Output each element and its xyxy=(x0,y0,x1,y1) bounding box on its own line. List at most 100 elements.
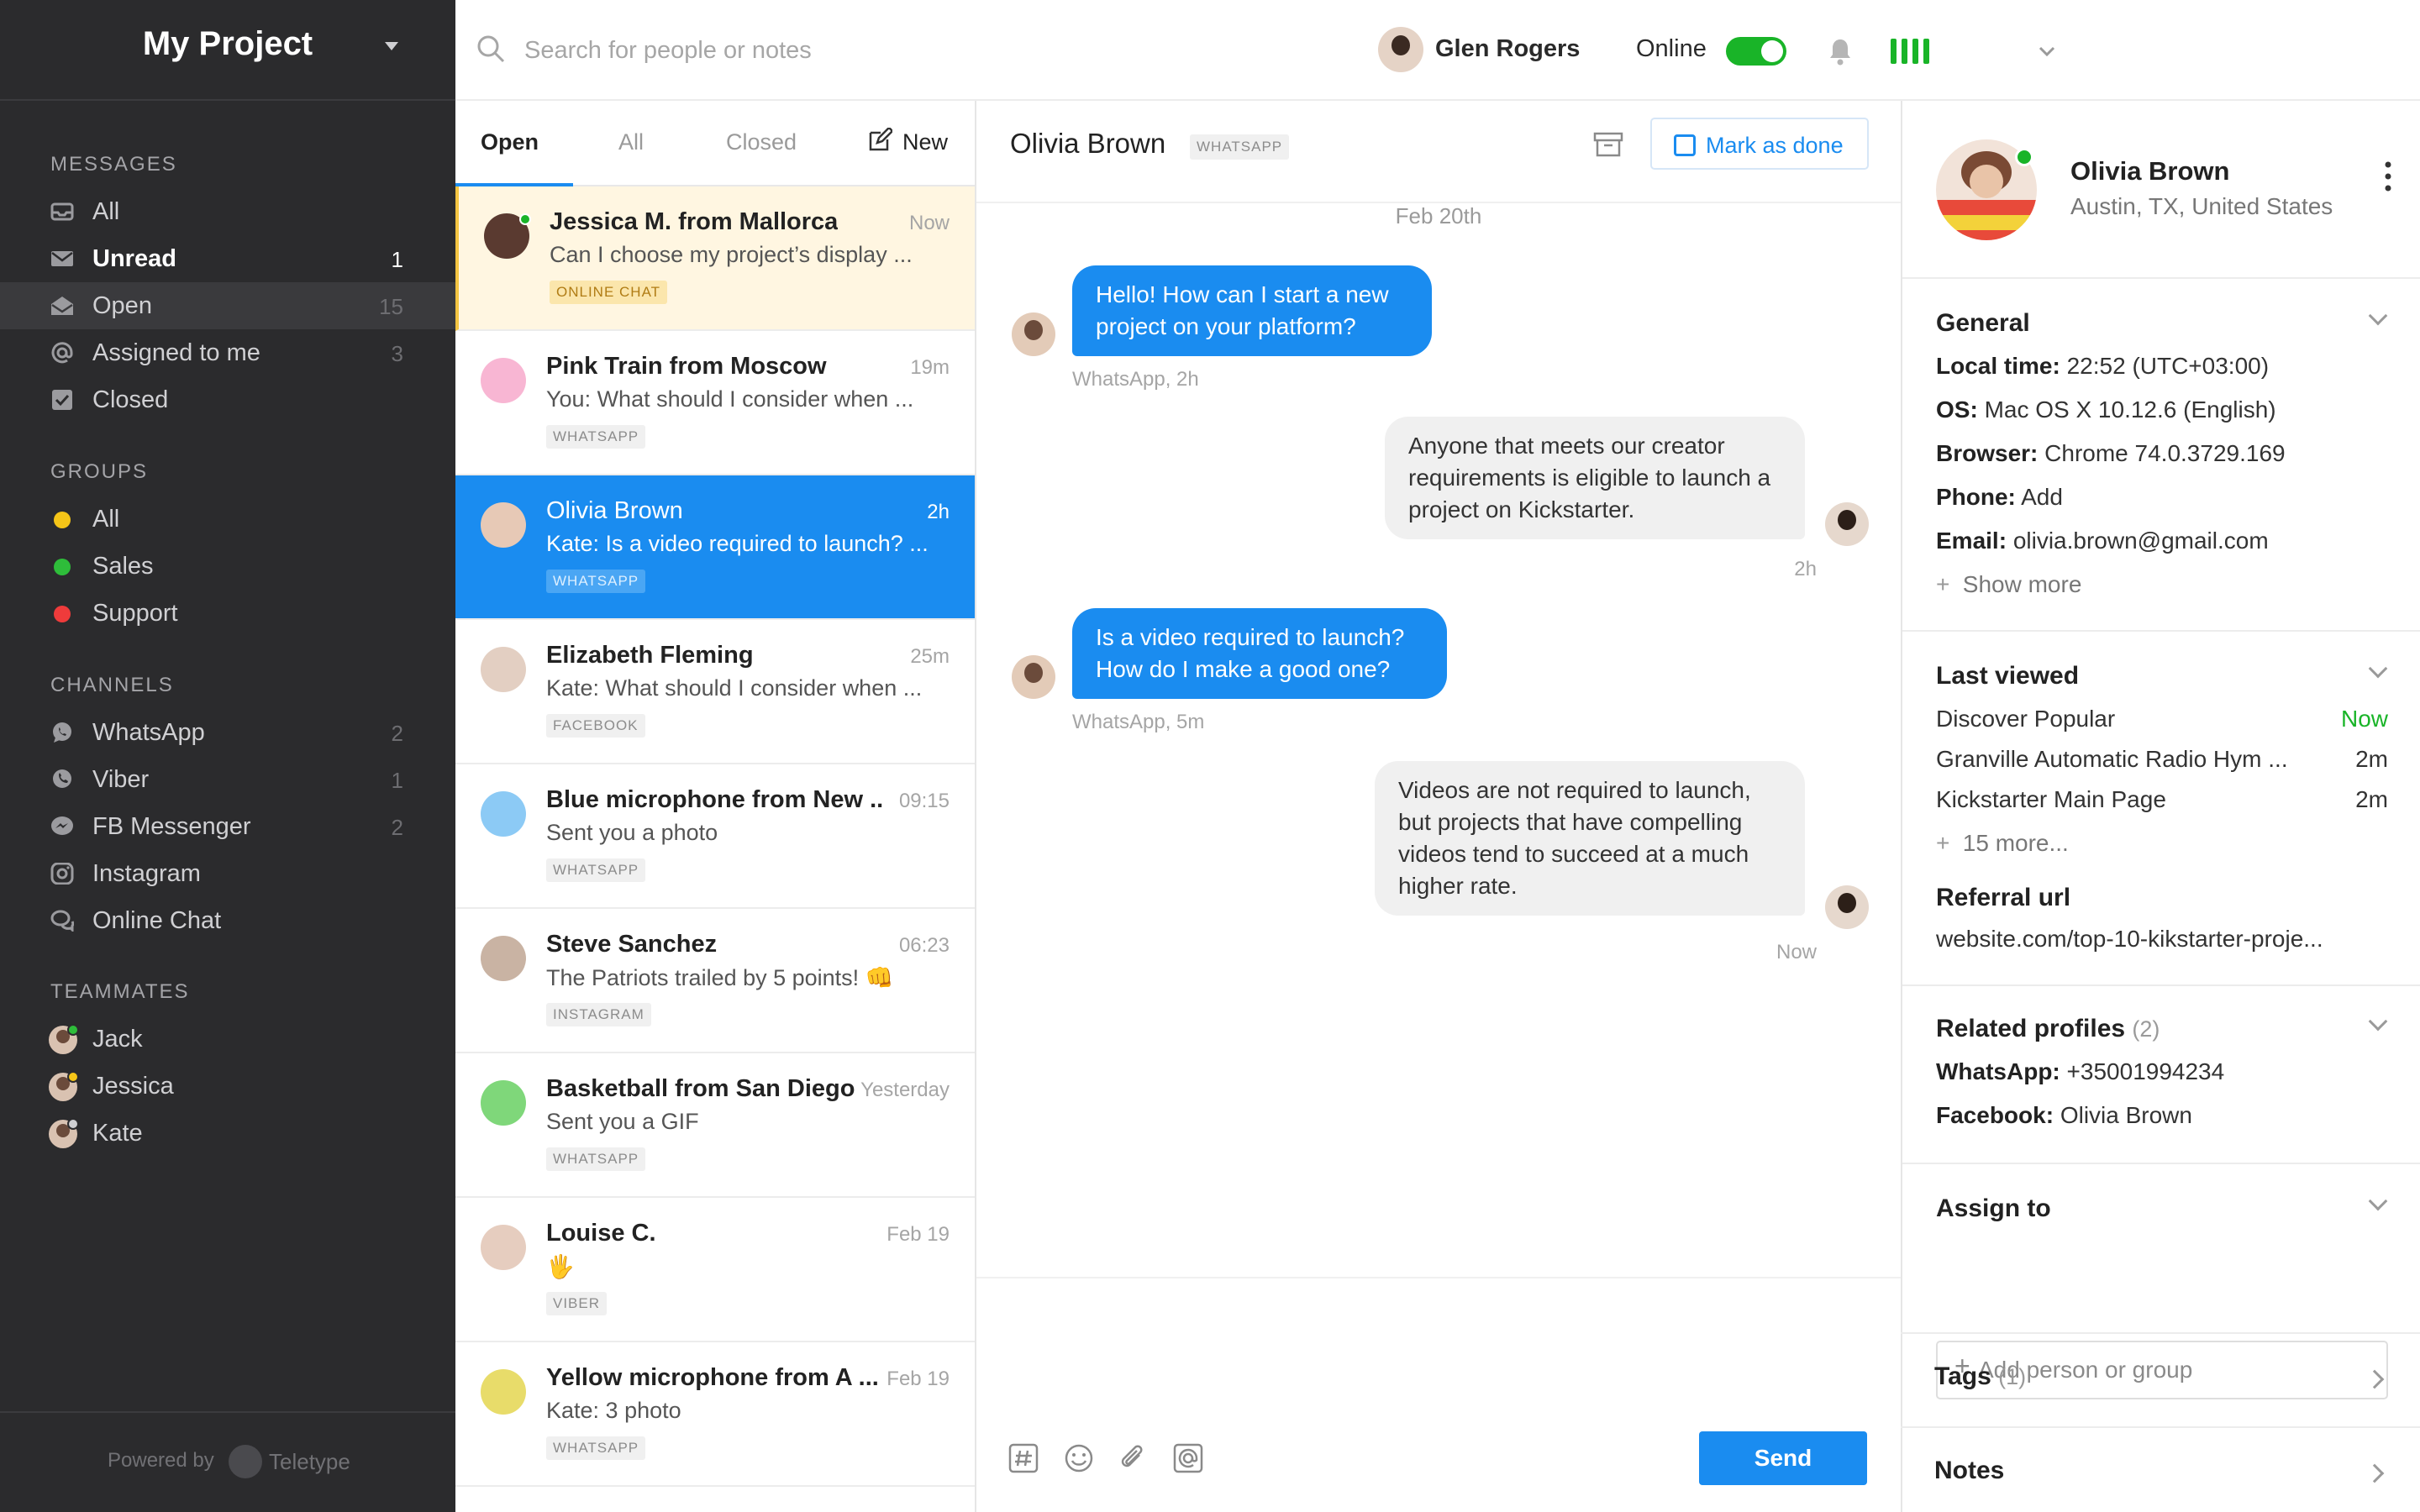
sidebar-item-teammate-jessica[interactable]: Jessica xyxy=(0,1063,455,1110)
channel-badge: WHATSAPP xyxy=(1190,134,1290,160)
chevron-down-icon[interactable] xyxy=(2039,45,2055,57)
sidebar-item-teammate-kate[interactable]: Kate xyxy=(0,1110,455,1157)
paperclip-icon[interactable] xyxy=(1118,1443,1148,1473)
caret-down-icon[interactable] xyxy=(385,42,398,50)
conversation-item-conv-jessica[interactable]: Jessica M. from Mallorca Now Can I choose … xyxy=(455,186,975,331)
conversation-time: Yesterday xyxy=(860,1079,950,1101)
status-dot-icon xyxy=(67,1024,79,1036)
more-pages-link[interactable]: + 15 more... xyxy=(1936,830,2069,857)
conversation-item-conv-olivia[interactable]: Olivia Brown 2h Kate: Is a video required … xyxy=(455,475,975,620)
channel-badge: WHATSAPP xyxy=(546,425,646,449)
conversation-name: Blue microphone from New ... xyxy=(546,786,882,813)
show-more-link[interactable]: + Show more xyxy=(1936,571,2081,598)
sidebar-item-label: Instagram xyxy=(92,860,201,887)
conversation-item-conv-steve[interactable]: Steve Sanchez 06:23 The Patriots trailed b… xyxy=(455,909,975,1053)
avatar xyxy=(481,791,526,837)
message-meta: Now xyxy=(1776,941,1817,963)
mark-as-done-button[interactable]: Mark as done xyxy=(1650,118,1869,170)
emoji-icon[interactable] xyxy=(1064,1443,1094,1473)
chevron-down-icon[interactable] xyxy=(2368,306,2388,326)
section-related-title[interactable]: Related profiles (2) xyxy=(1936,1015,2160,1043)
conversation-item-conv-basketball[interactable]: Basketball from San Diego Yesterday Sent y… xyxy=(455,1053,975,1198)
conversation-time: Feb 19 xyxy=(886,1223,950,1246)
tab-open[interactable]: Open xyxy=(481,129,539,155)
chevron-down-icon[interactable] xyxy=(2368,1191,2388,1211)
chevron-down-icon[interactable] xyxy=(2368,659,2388,679)
app-logo-icon[interactable] xyxy=(1889,37,1934,66)
contact-location: Austin, TX, United States xyxy=(2070,193,2333,219)
avatar xyxy=(481,936,526,981)
user-avatar[interactable] xyxy=(1378,27,1423,72)
conversation-item-conv-pink-train[interactable]: Pink Train from Moscow 19m You: What shoul… xyxy=(455,331,975,475)
section-tags-title[interactable]: Tags (1) xyxy=(1934,1362,2026,1391)
conversation-item-conv-elizabeth[interactable]: Elizabeth Fleming 25m Kate: What should I … xyxy=(455,620,975,764)
sidebar-item-closed[interactable]: Closed xyxy=(0,376,455,423)
conversation-item-conv-louise[interactable]: Louise C. Feb 19 🖐 VIBER xyxy=(455,1198,975,1342)
last-viewed-page: Kickstarter Main Page xyxy=(1936,786,2166,812)
sidebar-item-teammate-jack[interactable]: Jack xyxy=(0,1016,455,1063)
channel-badge: WHATSAPP xyxy=(546,858,646,882)
avatar xyxy=(1012,655,1055,699)
hashtag-icon[interactable] xyxy=(1008,1443,1039,1473)
avatar xyxy=(481,358,526,403)
section-last-viewed-title[interactable]: Last viewed xyxy=(1936,662,2079,690)
sidebar-item-open[interactable]: Open 15 xyxy=(0,282,455,329)
detail-value: olivia.brown@gmail.com xyxy=(2012,528,2269,554)
sidebar-item-fb-messenger[interactable]: FB Messenger 2 xyxy=(0,803,455,850)
sidebar-item-group-all[interactable]: All xyxy=(0,496,455,543)
related-count: (2) xyxy=(2132,1016,2160,1042)
sidebar-item-instagram[interactable]: Instagram xyxy=(0,850,455,897)
conversation-preview: 🖐 xyxy=(546,1254,575,1279)
mention-icon[interactable] xyxy=(1173,1443,1203,1473)
avatar xyxy=(1825,885,1869,929)
message-meta: WhatsApp, 2h xyxy=(1072,368,1199,391)
archive-icon[interactable] xyxy=(1593,131,1623,158)
sidebar-item-assigned[interactable]: Assigned to me 3 xyxy=(0,329,455,376)
online-toggle[interactable] xyxy=(1726,37,1786,66)
sidebar-item-all-messages[interactable]: All xyxy=(0,188,455,235)
detail-phone: Phone: Add xyxy=(1936,484,2063,511)
avatar xyxy=(1012,312,1055,356)
sidebar-item-label: All xyxy=(92,198,120,225)
send-button[interactable]: Send xyxy=(1699,1431,1867,1485)
sidebar-item-label: All xyxy=(92,506,120,533)
section-assign-title[interactable]: Assign to xyxy=(1936,1194,2051,1223)
section-notes-title[interactable]: Notes xyxy=(1934,1457,2004,1485)
at-icon xyxy=(51,342,73,364)
conversation-item-conv-blue-mic[interactable]: Blue microphone from New ... 09:15 Sent yo… xyxy=(455,764,975,909)
detail-value: Olivia Brown xyxy=(2060,1102,2192,1128)
detail-label: Phone: xyxy=(1936,484,2016,510)
tab-all[interactable]: All xyxy=(618,129,644,155)
count-badge: 15 xyxy=(379,294,403,319)
plus-icon: + xyxy=(1936,830,1950,856)
sidebar-item-unread[interactable]: Unread 1 xyxy=(0,235,455,282)
conversation-item-conv-yellow-mic[interactable]: Yellow microphone from A ... Feb 19 Kate: … xyxy=(455,1342,975,1487)
inbox-icon xyxy=(50,202,74,221)
chevron-down-icon[interactable] xyxy=(2368,1011,2388,1032)
more-vertical-icon[interactable] xyxy=(2385,160,2391,193)
project-switcher[interactable]: My Project xyxy=(0,0,455,101)
message-meta: 2h xyxy=(1794,558,1817,580)
conversation-name: Steve Sanchez xyxy=(546,931,718,958)
referral-url[interactable]: website.com/top-10-kikstarter-proje... xyxy=(1936,926,2323,953)
conversation-name: Yellow microphone from A ... xyxy=(546,1364,879,1391)
search-input[interactable] xyxy=(523,32,1111,69)
message-bubble-outgoing: Anyone that meets our creator requiremen… xyxy=(1385,417,1805,539)
user-menu[interactable]: Glen Rogers xyxy=(1435,35,1580,63)
add-phone-link[interactable]: Add xyxy=(2021,484,2063,510)
search-icon xyxy=(477,35,505,63)
sidebar-item-viber[interactable]: Viber 1 xyxy=(0,756,455,803)
sidebar-item-group-sales[interactable]: Sales xyxy=(0,543,455,590)
sidebar-item-group-support[interactable]: Support xyxy=(0,590,455,637)
section-general-title[interactable]: General xyxy=(1936,309,2030,338)
sidebar-item-online-chat[interactable]: Online Chat xyxy=(0,897,455,944)
envelope-open-icon xyxy=(51,297,73,315)
bell-icon[interactable] xyxy=(1827,37,1854,66)
conversation-time: Feb 19 xyxy=(886,1368,950,1390)
sidebar-item-whatsapp[interactable]: WhatsApp 2 xyxy=(0,709,455,756)
show-more-label: Show more xyxy=(1962,571,2082,597)
sidebar-item-label: Assigned to me xyxy=(92,339,260,366)
tab-closed[interactable]: Closed xyxy=(726,129,797,155)
group-dot-icon xyxy=(54,559,71,575)
tags-count: (1) xyxy=(1998,1364,2027,1389)
